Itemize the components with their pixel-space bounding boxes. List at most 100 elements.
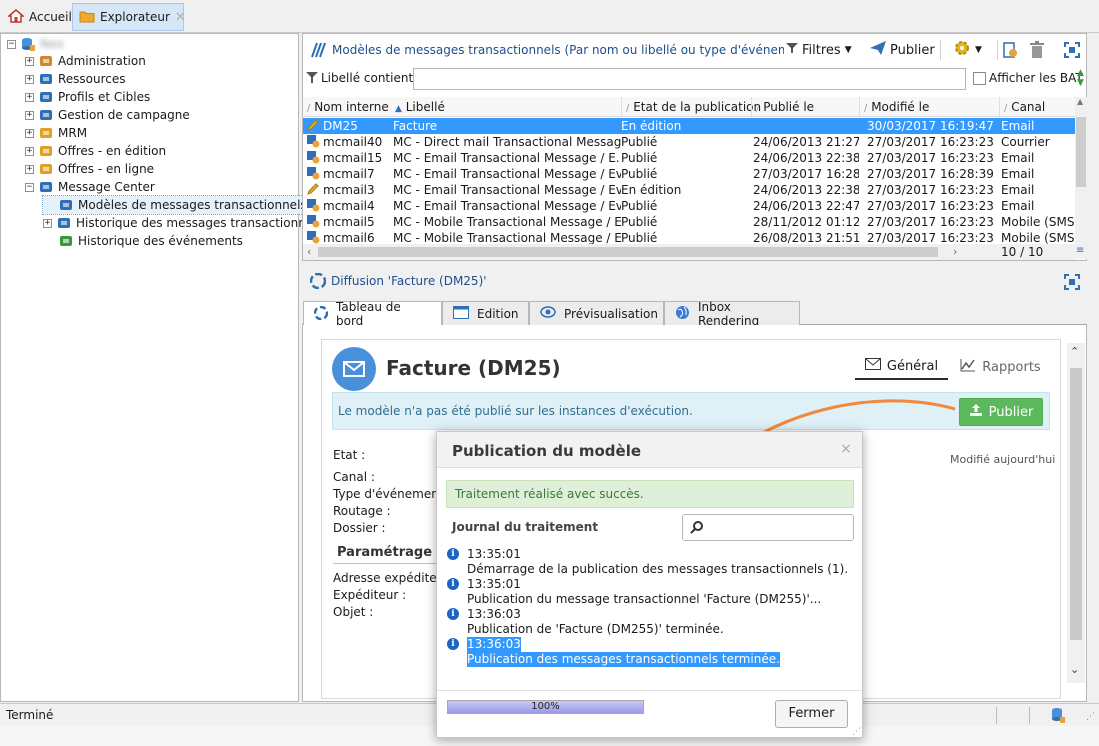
tab-home[interactable]: Accueil (2, 3, 72, 31)
top-tab-bar: Accueil Explorateur ✕ (0, 0, 1099, 33)
tree-item[interactable]: + Ressources (25, 70, 126, 88)
view-general-tab[interactable]: Général (855, 354, 948, 380)
show-bat-checkbox[interactable] (973, 72, 986, 85)
info-icon: i (447, 548, 459, 560)
tree-item[interactable]: − Message Center (25, 178, 155, 196)
wrench-icon (38, 53, 54, 69)
publication-dialog: Publication du modèle × Traitement réali… (436, 431, 863, 738)
cell-channel: Email (1001, 151, 1035, 165)
resize-grip-icon[interactable]: ⋰ (1086, 712, 1095, 722)
resize-grip-icon[interactable]: ⋰ (852, 727, 861, 737)
collapse-icon[interactable]: − (25, 182, 34, 192)
filter-input[interactable] (413, 68, 966, 90)
envelope-icon (332, 347, 376, 391)
tab-dashboard-label: Tableau de bord (336, 300, 401, 328)
filter-label: Libellé contient : (321, 71, 422, 85)
tab-dashboard[interactable]: Tableau de bord (303, 300, 442, 328)
actions-button[interactable]: ▼ (953, 39, 982, 61)
cell-label: MC - Email Transactional Message / Eve..… (393, 199, 621, 213)
tree-item-label: Offres - en ligne (58, 162, 155, 176)
tree-item[interactable]: + Administration (25, 52, 146, 70)
column-header-label-col[interactable]: ▲ Libellé (391, 97, 621, 117)
table-row[interactable]: DM25 Facture En édition 30/03/2017 16:19:47… (303, 118, 1075, 134)
cell-state: Publié (621, 231, 658, 244)
expand-icon[interactable]: + (25, 110, 34, 120)
progress-bar: 100% (447, 700, 644, 714)
cell-published: 27/03/2017 16:28:39 (753, 167, 859, 181)
list-horizontal-scrollbar[interactable]: ‹ › 10 / 10 (303, 244, 1075, 260)
templates-list-panel: Modèles de messages transactionnels (Par… (302, 33, 1087, 261)
dashboard-vertical-scrollbar[interactable]: ⌃ ⌄ (1067, 343, 1085, 683)
trash-icon[interactable] (1030, 41, 1044, 62)
filters-button[interactable]: Filtres ▼ (786, 39, 852, 61)
expand-icon[interactable]: + (25, 74, 34, 84)
cell-published (753, 118, 859, 134)
cell-name: mcmail3 (323, 183, 375, 197)
expand-icon[interactable]: + (43, 218, 52, 228)
close-icon[interactable]: × (840, 441, 852, 457)
table-row[interactable]: mcmail5 MC - Mobile Transactional Message… (303, 214, 1075, 230)
tab-home-label: Accueil (29, 10, 72, 24)
maximize-icon[interactable] (1064, 42, 1080, 61)
offer-icon (38, 143, 54, 159)
expand-icon[interactable]: + (25, 56, 34, 66)
table-body: DM25 Facture En édition 30/03/2017 16:19:47… (303, 118, 1075, 244)
tree-item[interactable]: + Offres - en ligne (25, 160, 154, 178)
field-subject-label: Objet : (333, 605, 374, 619)
column-header-modified[interactable]: ∕ Modifié le (859, 97, 999, 117)
info-icon: i (447, 578, 459, 590)
resources-icon (38, 71, 54, 87)
tab-inbox-rendering[interactable]: Inbox Rendering (664, 300, 800, 328)
refresh-icon[interactable]: ▲ ▼ (1077, 68, 1084, 88)
publish-toolbar-button[interactable]: Publier (870, 39, 935, 61)
log-time: 13:35:01 (467, 577, 521, 591)
cell-modified: 27/03/2017 16:28:39 (867, 167, 994, 181)
tab-preview[interactable]: Prévisualisation (529, 301, 664, 325)
cell-label: MC - Direct mail Transactional Message /… (393, 135, 621, 149)
tree-item[interactable]: + Profils et Cibles (25, 88, 150, 106)
tree-item[interactable]: + Offres - en édition (25, 142, 166, 160)
table-row[interactable]: mcmail4 MC - Email Transactional Message … (303, 198, 1075, 214)
view-reports-tab[interactable]: Rapports (958, 354, 1043, 380)
maximize-icon[interactable] (1064, 274, 1080, 293)
column-header-state[interactable]: ∕ Etat de la publication (621, 97, 761, 117)
tree-item[interactable]: Historique des événements (43, 232, 243, 250)
view-reports-label: Rapports (982, 359, 1041, 375)
table-row[interactable]: mcmail6 MC - Mobile Transactional Message… (303, 230, 1075, 244)
table-row[interactable]: mcmail3 MC - Email Transactional Message … (303, 182, 1075, 198)
row-count: 10 / 10 (1001, 245, 1044, 259)
tree-item[interactable]: + MRM (25, 124, 87, 142)
tree-root[interactable]: − Neo (7, 35, 64, 53)
tree-item[interactable]: Modèles de messages transactionnels (42, 195, 308, 215)
tree-item-label: Message Center (58, 180, 155, 194)
globe-icon (675, 305, 690, 323)
list-vertical-scrollbar[interactable]: ▲ ≡ (1075, 97, 1087, 259)
funnel-icon (306, 71, 318, 87)
table-row[interactable]: mcmail7 MC - Email Transactional Message … (303, 166, 1075, 182)
table-row[interactable]: mcmail15 MC - Email Transactional Message… (303, 150, 1075, 166)
new-item-icon[interactable] (1002, 41, 1018, 62)
journal-search-input[interactable] (682, 514, 854, 541)
dialog-title: Publication du modèle (452, 442, 642, 460)
expand-icon[interactable]: + (25, 92, 34, 102)
tab-edition[interactable]: Edition (442, 301, 529, 325)
expand-icon[interactable]: + (25, 128, 34, 138)
expand-icon[interactable]: + (25, 164, 34, 174)
column-header-channel[interactable]: ∕ Canal (999, 97, 1075, 117)
close-icon[interactable]: ✕ (175, 10, 186, 25)
filter-row: Libellé contient : Afficher les BAT ▲ ▼ (303, 66, 1086, 94)
close-button[interactable]: Fermer (775, 700, 848, 728)
delivery-title: Diffusion 'Facture (DM25)' (331, 274, 487, 288)
tree-item[interactable]: + Historique des messages transactionnels (43, 214, 323, 232)
table-row[interactable]: mcmail40 MC - Direct mail Transactional M… (303, 134, 1075, 150)
publish-button[interactable]: Publier (959, 398, 1043, 426)
column-header-published[interactable]: ∕ Publié le (751, 97, 859, 117)
tree-item[interactable]: + Gestion de campagne (25, 106, 190, 124)
column-header-name[interactable]: ∕ Nom interne (303, 97, 391, 117)
tree-item-label: MRM (58, 126, 88, 140)
cell-state: En édition (621, 183, 682, 197)
tab-explorer[interactable]: Explorateur ✕ (72, 3, 186, 31)
log-message: Démarrage de la publication des messages… (467, 562, 849, 576)
expand-icon[interactable]: + (25, 146, 34, 156)
collapse-icon[interactable]: − (7, 39, 16, 49)
